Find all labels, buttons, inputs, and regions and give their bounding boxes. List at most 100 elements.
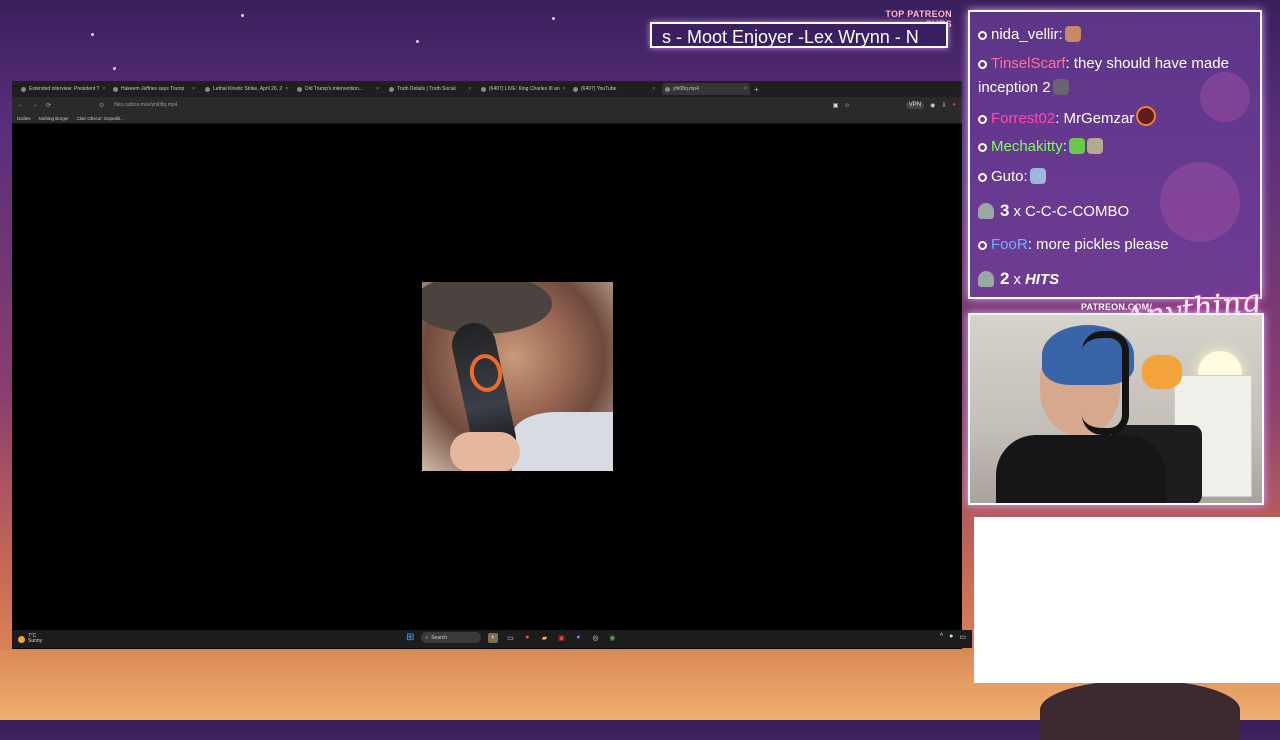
reload-icon[interactable]: ⟳ — [46, 102, 51, 109]
headset-icon — [1082, 331, 1129, 435]
browser-tab[interactable]: (6407) YouTube × — [570, 83, 658, 95]
combo-count: 2 — [1000, 269, 1010, 288]
forward-icon[interactable]: → — [32, 102, 38, 108]
sunset-hill — [1040, 680, 1240, 740]
cam-person-body — [996, 435, 1166, 503]
emote-icon — [1064, 26, 1081, 42]
tab-title: Hakeem Jeffries says Trump — [121, 86, 185, 92]
discord-icon[interactable]: ● — [573, 633, 583, 643]
lock-icon[interactable]: ⊙ — [99, 102, 104, 109]
tab-favicon-icon — [481, 86, 486, 92]
bookmark-star-icon[interactable]: ☆ — [844, 102, 849, 109]
chat-username: FooR — [991, 236, 1028, 253]
weather-desc: Sunny — [28, 638, 43, 644]
weather-widget[interactable]: 7°C Sunny — [18, 634, 42, 644]
widgets-icon[interactable]: ◐ — [488, 632, 499, 643]
chat-message: TinselScarf: they should have made incep… — [978, 55, 1229, 96]
chat-bullet-icon — [978, 241, 987, 250]
background-star — [241, 14, 244, 17]
browser-tab[interactable]: (6407) LIVE: King Charles III an × — [478, 83, 566, 95]
taskbar-search[interactable]: ⌕ Search — [421, 632, 482, 643]
tab-title: Did Trump's intervention... — [305, 86, 363, 92]
blank-overlay-panel — [974, 517, 1280, 683]
close-tab-icon[interactable]: × — [376, 86, 379, 92]
combo-label: HITS — [1024, 271, 1060, 288]
file-explorer-icon[interactable]: ▰ — [539, 633, 549, 643]
emote-icon — [1086, 138, 1103, 154]
search-icon: ⌕ — [425, 634, 429, 641]
windows-start-icon[interactable]: ⊞ — [406, 632, 414, 643]
tab-favicon-icon — [113, 86, 118, 92]
tab-title: yhi08q.mp4 — [673, 86, 699, 92]
close-tab-icon[interactable]: × — [744, 86, 747, 92]
browser-window: Extended interview: President T × Hakeem J… — [12, 81, 962, 649]
chat-username: TinselScarf — [991, 55, 1066, 72]
combo-label: C-C-C-COMBO — [1024, 203, 1130, 220]
patreon-subs-ticker: s - Moot Enjoyer -Lex Wrynn - N — [650, 22, 948, 48]
obs-icon[interactable]: ◎ — [590, 633, 600, 643]
bookmarks-bar: Dailies Nothing Burger Clair Obscur: Exped… — [12, 113, 962, 124]
cam-plush — [1142, 355, 1182, 389]
menu-icon[interactable]: ● — [952, 102, 956, 109]
download-icon[interactable]: ⇩ — [941, 102, 946, 109]
chat-message: Forrest02: MrGemzar — [978, 106, 1157, 131]
tab-favicon-icon — [297, 86, 302, 92]
background-star — [416, 40, 419, 43]
chat-message: Mechakitty: — [978, 135, 1103, 159]
browser-tab[interactable]: Did Trump's intervention... × — [294, 83, 382, 95]
address-bar-actions: ▣ ☆ VPN ◉ ⇩ ● — [833, 101, 956, 109]
bookmark-item[interactable]: Dailies — [17, 116, 31, 121]
emote-icon — [1029, 168, 1046, 184]
emote-icon — [1052, 79, 1069, 95]
browser-tab[interactable]: Extended interview: President T × — [18, 83, 106, 95]
video-frame-hand — [450, 432, 520, 471]
chat-text: more pickles please — [1031, 236, 1169, 253]
combo-x: x — [1013, 203, 1021, 220]
app-icon[interactable]: ▣ — [556, 633, 566, 643]
browser-tab[interactable]: Truth Details | Truth Social × — [386, 83, 474, 95]
extension-icon[interactable]: ◉ — [930, 102, 935, 109]
network-icon[interactable]: ▭ — [959, 633, 966, 641]
bookmark-item[interactable]: Clair Obscur: Expediti... — [77, 116, 124, 121]
chat-username: Mechakitty — [991, 138, 1063, 155]
back-icon[interactable]: ← — [18, 102, 24, 108]
close-tab-icon[interactable]: × — [103, 86, 106, 92]
chat-username: Guto — [991, 168, 1024, 185]
background-star — [91, 33, 94, 36]
chat-message: Guto: — [978, 165, 1046, 189]
browser-tab[interactable]: yhi08q.mp4 × — [662, 83, 750, 95]
combo-count: 3 — [1000, 201, 1010, 220]
windows-taskbar: 7°C Sunny ⊞ ⌕ Search ◐ ▭ ● ▰ ▣ ● ◎ ◉ ^ ●… — [12, 630, 972, 648]
browser-tab[interactable]: Lethal Kinetic Strike, April 26, 2 × — [202, 83, 290, 95]
close-tab-icon[interactable]: × — [652, 86, 655, 92]
install-icon[interactable]: ▣ — [833, 102, 839, 109]
close-tab-icon[interactable]: × — [285, 86, 288, 92]
tab-favicon-icon — [665, 86, 670, 92]
microphone-icon[interactable]: ● — [949, 633, 953, 641]
task-view-icon[interactable]: ▭ — [505, 633, 515, 643]
chat-username: Forrest02 — [991, 110, 1056, 127]
search-label: Search — [431, 634, 448, 641]
chat-bullet-icon — [978, 173, 987, 182]
browser-tab[interactable]: Hakeem Jeffries says Trump × — [110, 83, 198, 95]
chevron-up-icon[interactable]: ^ — [940, 633, 943, 641]
sun-icon — [18, 635, 25, 643]
url-field[interactable]: files.catbox.moe/yhi08q.mp4 — [114, 102, 177, 108]
combo-emote-icon — [978, 203, 994, 219]
video-player[interactable] — [422, 282, 613, 471]
vpn-button[interactable]: VPN — [905, 101, 925, 109]
chat-text: MrGemzar — [1059, 110, 1135, 127]
chat-message: nida_vellir: — [978, 23, 1081, 47]
chrome-icon[interactable]: ◉ — [607, 633, 617, 643]
tab-title: Lethal Kinetic Strike, April 26, 2 — [213, 86, 283, 92]
new-tab-button[interactable]: + — [754, 85, 759, 94]
bookmark-item[interactable]: Nothing Burger — [39, 116, 69, 121]
chat-bullet-icon — [978, 143, 987, 152]
close-tab-icon[interactable]: × — [468, 86, 471, 92]
close-tab-icon[interactable]: × — [563, 86, 566, 92]
tab-favicon-icon — [573, 86, 578, 92]
combo-message: 2 x HITS — [978, 267, 1059, 292]
browser-icon[interactable]: ● — [522, 633, 532, 643]
close-tab-icon[interactable]: × — [192, 86, 195, 92]
chat-message: FooR: more pickles please — [978, 233, 1169, 257]
